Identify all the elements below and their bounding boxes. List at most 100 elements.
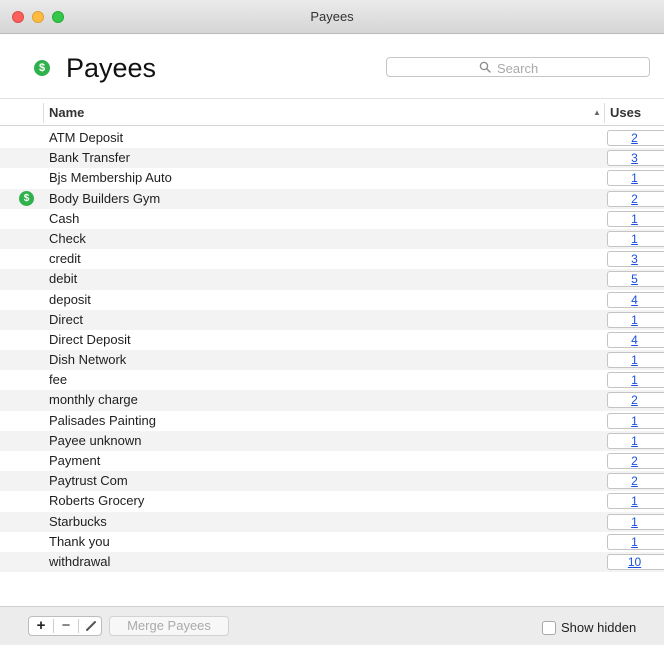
pencil-icon [86,621,96,631]
table-row[interactable]: Direct Deposit 4 [0,330,664,350]
uses-count-link[interactable]: 1 [608,313,661,328]
uses-count-button[interactable]: 4 [607,331,664,348]
uses-count-button[interactable]: 1 [607,210,664,227]
page-title: Payees [66,53,157,83]
search-input[interactable]: Search [386,57,650,77]
uses-count-link[interactable]: 10 [608,555,661,570]
table-row[interactable]: debit 5 [0,269,664,290]
payee-name: Dish Network [49,352,127,368]
payee-name: fee [49,372,68,388]
uses-count-button[interactable]: 1 [607,311,664,328]
uses-count-link[interactable]: 3 [608,252,661,267]
payee-name: Thank you [49,533,110,549]
payee-name: Payment [49,453,101,468]
table-row[interactable]: Bank Transfer 3 [0,148,664,169]
payee-name: Paytrust Com [49,473,128,489]
column-divider [604,103,605,123]
table-row[interactable]: deposit 4 [0,290,664,310]
remove-payee-button[interactable]: − [54,617,78,635]
uses-count-button[interactable]: 2 [607,453,664,469]
payee-name: Direct Deposit [49,331,131,347]
uses-count-button[interactable]: 1 [607,412,664,429]
uses-count-link[interactable]: 1 [608,373,661,388]
column-header-uses[interactable]: Uses [610,105,641,120]
uses-count-button[interactable]: 1 [607,493,664,510]
table-row[interactable]: Paytrust Com 2 [0,471,664,492]
table-row[interactable]: Dish Network 1 [0,350,664,371]
table-row[interactable]: Palisades Painting 1 [0,411,664,431]
show-hidden-checkbox[interactable] [542,621,556,635]
column-header-name[interactable]: Name [49,105,84,120]
column-divider [43,103,44,123]
uses-count-button[interactable]: 1 [607,432,664,449]
table-row[interactable]: monthly charge 2 [0,390,664,411]
uses-count-button[interactable]: 3 [607,150,664,167]
uses-count-link[interactable]: 1 [608,353,661,368]
uses-count-button[interactable]: 2 [607,130,664,146]
uses-count-button[interactable]: 10 [607,553,664,570]
uses-count-link[interactable]: 2 [608,454,661,469]
uses-count-link[interactable]: 1 [608,232,661,247]
table-row[interactable]: Roberts Grocery 1 [0,491,664,511]
edit-payee-button[interactable] [79,617,103,635]
show-hidden-label: Show hidden [561,620,637,635]
table-row[interactable]: ATM Deposit 2 [0,128,664,148]
search-icon [479,61,491,73]
table-row[interactable]: Starbucks 1 [0,511,664,532]
uses-count-link[interactable]: 1 [608,212,661,227]
uses-count-link[interactable]: 2 [608,192,661,207]
uses-count-button[interactable]: 1 [607,170,664,187]
uses-count-link[interactable]: 1 [608,434,661,449]
uses-count-link[interactable]: 1 [608,414,661,429]
uses-count-link[interactable]: 1 [608,535,661,550]
payee-name: Bank Transfer [49,150,130,166]
table-row[interactable]: Check 1 [0,228,664,250]
table-row[interactable]: fee 1 [0,370,664,390]
uses-count-button[interactable]: 2 [607,392,664,409]
payee-list: ATM Deposit 2 Bank Transfer 3 Bjs Membership… [0,128,664,573]
table-header: Name ▲ Uses [0,98,664,126]
table-row[interactable]: withdrawal 10 [0,551,664,573]
uses-count-link[interactable]: 2 [608,474,661,489]
uses-count-link[interactable]: 3 [608,151,661,166]
uses-count-button[interactable]: 2 [607,473,664,490]
table-row[interactable]: $ Body Builders Gym 2 [0,188,664,209]
payee-name: ATM Deposit [49,130,124,145]
payee-name: Payee unknown [49,432,142,448]
dollar-circle-icon: $ [19,190,34,206]
payee-name: Bjs Membership Auto [49,170,172,186]
sort-ascending-icon: ▲ [593,108,601,117]
uses-count-button[interactable]: 1 [607,533,664,550]
table-row[interactable]: Payment 2 [0,451,664,471]
uses-count-button[interactable]: 3 [607,251,664,268]
table-row[interactable]: Bjs Membership Auto 1 [0,168,664,188]
uses-count-button[interactable]: 1 [607,352,664,369]
uses-count-link[interactable]: 5 [608,272,661,287]
uses-count-button[interactable]: 1 [607,513,664,530]
table-row[interactable]: Payee unknown 1 [0,430,664,451]
uses-count-button[interactable]: 1 [607,372,664,389]
payees-window: Payees $ Payees Search Name ▲ Uses ATM D… [0,0,664,645]
uses-count-button[interactable]: 2 [607,190,664,207]
merge-payees-button[interactable]: Merge Payees [109,616,229,636]
payee-name: credit [49,251,81,267]
title-bar: Payees [0,0,664,34]
uses-count-link[interactable]: 1 [608,515,661,530]
uses-count-button[interactable]: 5 [607,271,664,288]
uses-count-button[interactable]: 4 [607,291,664,308]
uses-count-link[interactable]: 4 [608,293,661,308]
add-payee-button[interactable]: + [29,617,53,635]
search-placeholder: Search [497,61,539,76]
uses-count-link[interactable]: 4 [608,333,661,348]
table-row[interactable]: Thank you 1 [0,532,664,552]
uses-count-link[interactable]: 2 [608,393,661,408]
payee-name: withdrawal [49,553,111,569]
uses-count-link[interactable]: 2 [608,131,661,146]
uses-count-link[interactable]: 1 [608,494,661,509]
table-row[interactable]: Direct 1 [0,309,664,330]
table-row[interactable]: Cash 1 [0,209,664,229]
table-row[interactable]: credit 3 [0,249,664,269]
uses-count-button[interactable]: 1 [607,230,664,247]
payee-name: Starbucks [49,513,107,529]
uses-count-link[interactable]: 1 [608,171,661,186]
